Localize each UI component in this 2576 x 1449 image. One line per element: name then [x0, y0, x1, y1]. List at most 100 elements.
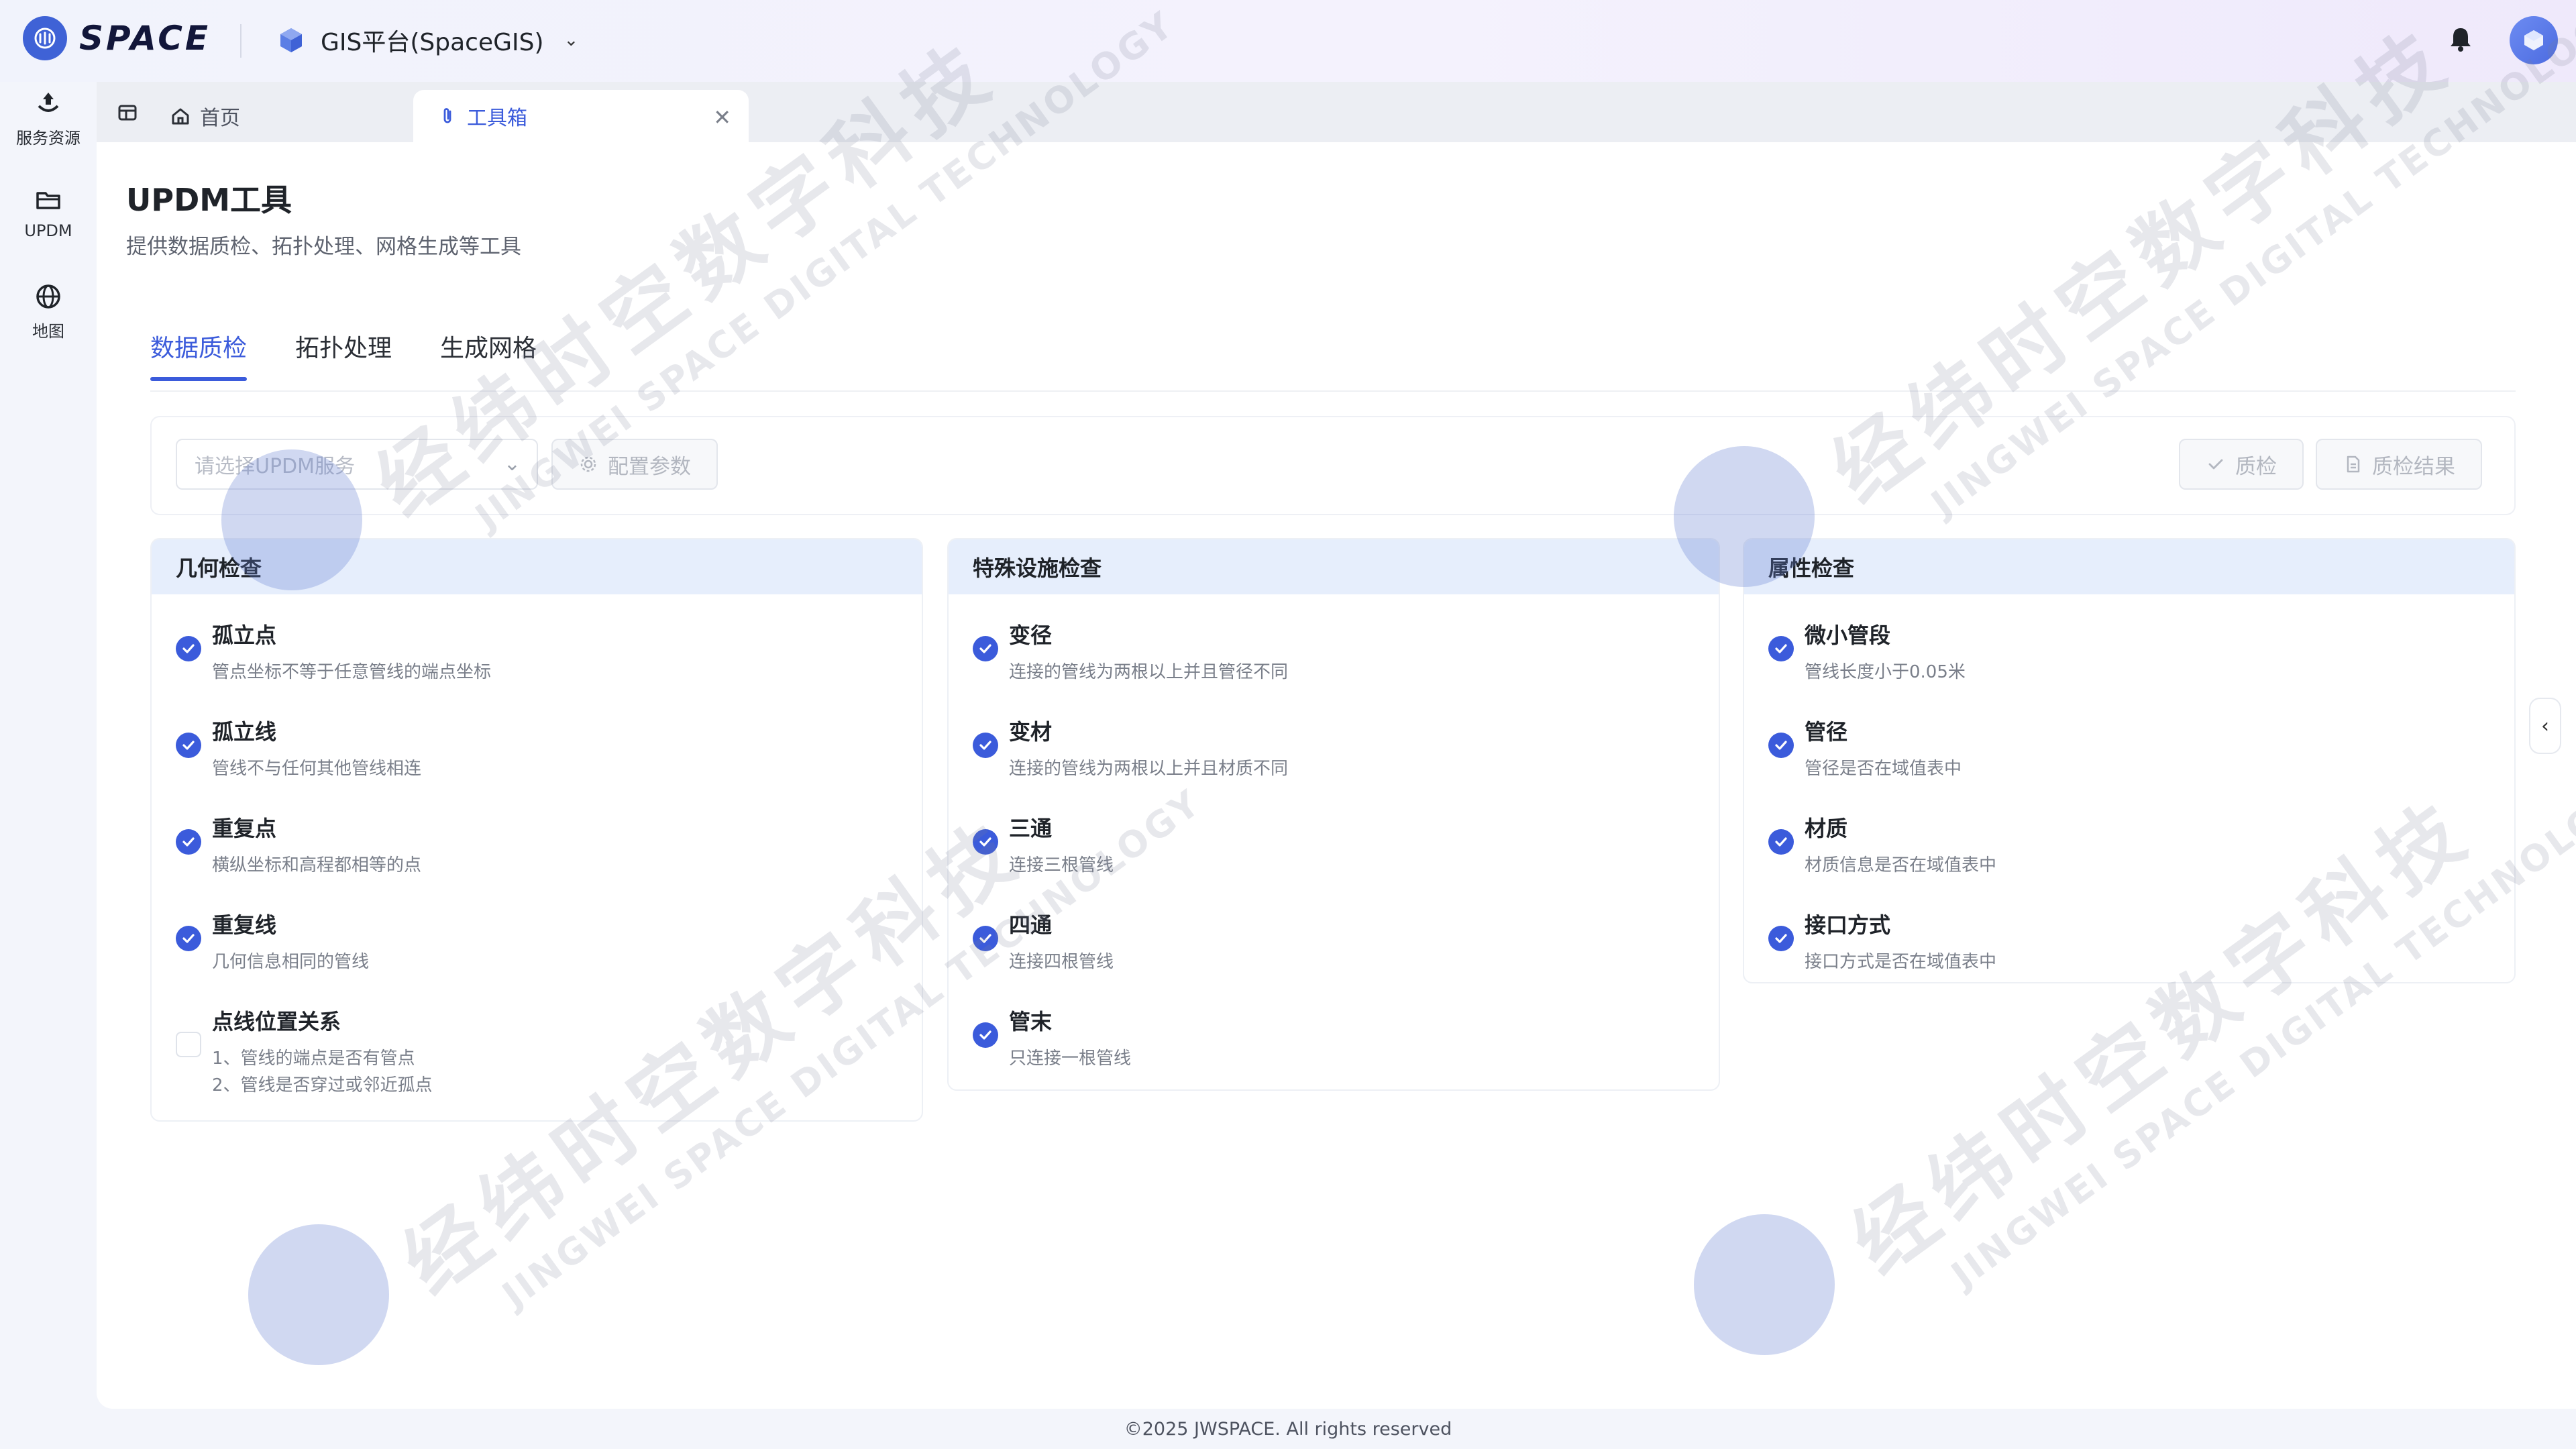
- check-item-desc: 横纵坐标和高程都相等的点: [212, 855, 422, 875]
- card-title: 几何检查: [152, 539, 922, 594]
- config-params-label: 配置参数: [608, 454, 691, 479]
- check-item-title: 孤立线: [212, 719, 277, 745]
- subtab-data-quality[interactable]: 数据质检: [150, 329, 248, 381]
- checkbox[interactable]: [176, 636, 201, 661]
- quality-check-button[interactable]: 质检: [2179, 439, 2304, 490]
- checkbox[interactable]: [1768, 926, 1794, 951]
- check-icon: [2208, 459, 2223, 470]
- check-item[interactable]: 管末 只连接一根管线: [949, 993, 1719, 1089]
- checkbox[interactable]: [1768, 733, 1794, 758]
- check-item-desc: 连接四根管线: [1009, 952, 1114, 972]
- check-icon: [182, 837, 195, 847]
- check-item[interactable]: 接口方式 接口方式是否在域值表中: [1744, 896, 2514, 982]
- check-item[interactable]: 三通 连接三根管线: [949, 800, 1719, 896]
- check-item[interactable]: 四通 连接四根管线: [949, 896, 1719, 993]
- updm-service-select[interactable]: 请选择UPDM服务 ⌄: [176, 439, 538, 490]
- check-item-desc: 管线不与任何其他管线相连: [212, 759, 422, 779]
- card-geometry-check: 几何检查 孤立点 管点坐标不等于任意管线的端点坐标 孤立线 管线不与任何其他管线…: [150, 538, 923, 1122]
- tab-toolbox[interactable]: 工具箱 ✕: [413, 90, 749, 142]
- left-sidebar: 服务资源 UPDM 地图: [0, 82, 97, 1409]
- check-item-title: 材质: [1805, 816, 1848, 841]
- check-item[interactable]: 管径 管径是否在域值表中: [1744, 703, 2514, 800]
- checkbox[interactable]: [973, 636, 998, 661]
- check-item-title: 微小管段: [1805, 623, 1891, 648]
- tab-toolbox-label: 工具箱: [467, 107, 527, 130]
- tab-strip: 首页 工具箱 ✕: [97, 82, 2576, 142]
- checkbox-unchecked[interactable]: [176, 1032, 201, 1057]
- checkbox[interactable]: [973, 926, 998, 951]
- check-item-desc: 连接三根管线: [1009, 855, 1114, 875]
- chevron-down-icon: ⌄: [503, 452, 521, 476]
- check-icon: [182, 934, 195, 943]
- header-divider: [240, 24, 241, 58]
- check-icon: [979, 837, 991, 847]
- card-title: 特殊设施检查: [949, 539, 1719, 594]
- subtab-grid[interactable]: 生成网格: [440, 329, 537, 381]
- sidebar-item-map[interactable]: 地图: [0, 282, 97, 341]
- tab-list-icon[interactable]: [117, 102, 138, 123]
- user-avatar[interactable]: [2510, 16, 2558, 64]
- close-icon[interactable]: ✕: [713, 105, 731, 130]
- check-item[interactable]: 孤立点 管点坐标不等于任意管线的端点坐标: [152, 606, 922, 703]
- check-item[interactable]: 微小管段 管线长度小于0.05米: [1744, 606, 2514, 703]
- checkbox[interactable]: [1768, 636, 1794, 661]
- card-attribute-check: 属性检查 微小管段 管线长度小于0.05米 管径 管径是否在域值表中 材质 材质…: [1743, 538, 2516, 983]
- select-placeholder: 请选择UPDM服务: [195, 455, 356, 478]
- check-item-desc: 连接的管线为两根以上并且材质不同: [1009, 759, 1289, 779]
- config-params-button[interactable]: 配置参数: [551, 439, 718, 490]
- page-title: UPDM工具: [126, 182, 292, 218]
- check-item-desc: 管线长度小于0.05米: [1805, 662, 1966, 682]
- check-item-title: 管径: [1805, 719, 1848, 745]
- checkbox[interactable]: [176, 733, 201, 758]
- page-subtitle: 提供数据质检、拓扑处理、网格生成等工具: [126, 235, 521, 259]
- check-item[interactable]: 材质 材质信息是否在域值表中: [1744, 800, 2514, 896]
- bell-icon[interactable]: [2446, 24, 2475, 54]
- folder-icon: [36, 192, 60, 209]
- check-item-title: 四通: [1009, 912, 1053, 938]
- check-item-title: 孤立点: [212, 623, 277, 648]
- main-panel: UPDM工具 提供数据质检、拓扑处理、网格生成等工具 数据质检 拓扑处理 生成网…: [97, 142, 2576, 1409]
- tab-home-label: 首页: [200, 107, 240, 130]
- check-item[interactable]: 重复点 横纵坐标和高程都相等的点: [152, 800, 922, 896]
- check-item-desc: 1、管线的端点是否有管点 2、管线是否穿过或邻近孤点: [212, 1049, 433, 1095]
- check-item-desc: 连接的管线为两根以上并且管径不同: [1009, 662, 1289, 682]
- check-item-desc: 只连接一根管线: [1009, 1049, 1132, 1069]
- checkbox[interactable]: [973, 1022, 998, 1048]
- quality-result-button[interactable]: 质检结果: [2316, 439, 2482, 490]
- check-item-desc: 材质信息是否在域值表中: [1805, 855, 1997, 875]
- toolbar: 请选择UPDM服务 ⌄ 配置参数 质检 质检结果: [150, 416, 2516, 515]
- check-item-title: 接口方式: [1805, 912, 1891, 938]
- check-icon: [1775, 741, 1787, 750]
- subtab-bar: 数据质检 拓扑处理 生成网格: [150, 329, 537, 381]
- sidebar-item-service-resource[interactable]: 服务资源: [0, 89, 97, 148]
- checkbox[interactable]: [973, 829, 998, 855]
- footer-copyright: ©2025 JWSPACE. All rights reserved: [0, 1409, 2576, 1449]
- chevron-down-icon: ⌄: [564, 30, 579, 50]
- check-item-title: 变材: [1009, 719, 1053, 745]
- card-special-facility-check: 特殊设施检查 变径 连接的管线为两根以上并且管径不同 变材 连接的管线为两根以上…: [947, 538, 1720, 1091]
- checkbox[interactable]: [973, 733, 998, 758]
- panel-collapse-handle[interactable]: ‹: [2529, 698, 2561, 754]
- check-item-desc: 管点坐标不等于任意管线的端点坐标: [212, 662, 492, 682]
- service-resource-icon: [38, 93, 59, 112]
- check-icon: [182, 741, 195, 750]
- platform-name: GIS平台(SpaceGIS): [321, 29, 544, 56]
- sidebar-item-label: 地图: [32, 322, 64, 341]
- space-logo-icon[interactable]: [23, 16, 67, 60]
- card-title: 属性检查: [1744, 539, 2514, 594]
- platform-switcher[interactable]: GIS平台(SpaceGIS) ⌄: [276, 20, 578, 60]
- check-item[interactable]: 孤立线 管线不与任何其他管线相连: [152, 703, 922, 800]
- check-item[interactable]: 重复线 几何信息相同的管线: [152, 896, 922, 993]
- tab-home[interactable]: 首页: [170, 90, 240, 142]
- check-item[interactable]: 点线位置关系 1、管线的端点是否有管点 2、管线是否穿过或邻近孤点: [152, 993, 922, 1120]
- checkbox[interactable]: [176, 829, 201, 855]
- sidebar-item-updm[interactable]: UPDM: [0, 185, 97, 240]
- check-item[interactable]: 变径 连接的管线为两根以上并且管径不同: [949, 606, 1719, 703]
- subtab-topology[interactable]: 拓扑处理: [295, 329, 392, 381]
- checkbox[interactable]: [1768, 829, 1794, 855]
- check-item-title: 重复线: [212, 912, 277, 938]
- check-item[interactable]: 变材 连接的管线为两根以上并且材质不同: [949, 703, 1719, 800]
- check-icon: [1775, 934, 1787, 943]
- checkbox[interactable]: [176, 926, 201, 951]
- document-icon: [2347, 455, 2360, 473]
